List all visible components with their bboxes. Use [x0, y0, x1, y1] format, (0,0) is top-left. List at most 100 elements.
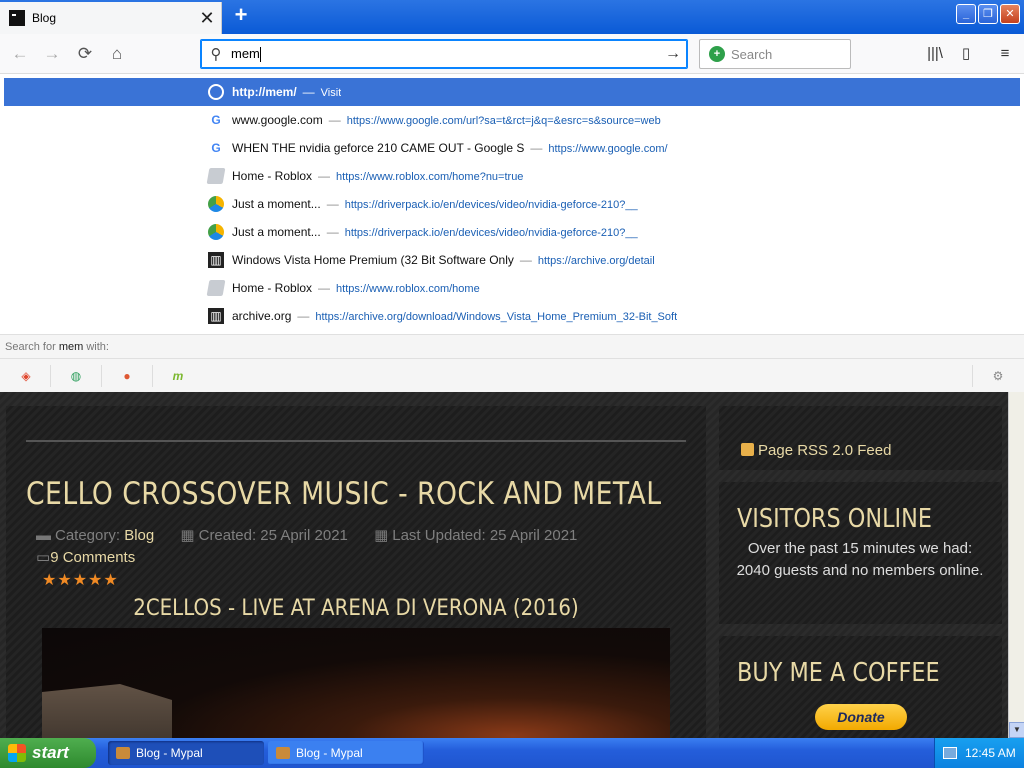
- created-date: Created: 25 April 2021: [198, 527, 348, 544]
- article-panel: CELLO CROSSOVER MUSIC - ROCK AND METAL ▬…: [6, 406, 706, 738]
- video-player[interactable]: [42, 628, 670, 738]
- divider: [50, 365, 51, 387]
- archive-icon: ▥: [208, 308, 224, 324]
- calendar-icon: ▦: [374, 527, 389, 544]
- search-placeholder: Search: [731, 46, 773, 62]
- suggestion-row[interactable]: ▥ Windows Vista Home Premium (32 Bit Sof…: [4, 246, 1020, 274]
- suggestion-title: Just a moment...: [232, 225, 321, 239]
- suggestion-url: https://archive.org/download/Windows_Vis…: [315, 311, 678, 323]
- go-arrow-icon[interactable]: →: [659, 45, 687, 63]
- calendar-icon: ▦: [180, 527, 195, 544]
- reload-icon[interactable]: ⟳: [73, 42, 97, 66]
- suggestion-separator: —: [519, 253, 532, 267]
- suggestion-row[interactable]: Home - Roblox — https://www.roblox.com/hom…: [4, 274, 1020, 302]
- suggestion-row[interactable]: Just a moment... — https://driverpack.io/e…: [4, 190, 1020, 218]
- search-box[interactable]: + Search: [699, 39, 851, 69]
- forward-arrow-icon[interactable]: →: [40, 42, 64, 66]
- divider: [101, 365, 102, 387]
- blog-favicon-icon: [9, 10, 25, 26]
- taskbar-item[interactable]: Blog - Mypal: [108, 741, 264, 765]
- search-for-prefix: Search for: [5, 341, 56, 353]
- suggestion-separator: —: [318, 169, 331, 183]
- suggestion-title: Home - Roblox: [232, 169, 313, 183]
- suggestion-url: https://www.roblox.com/home?nu=true: [336, 171, 524, 183]
- system-tray: 12:45 AM: [934, 738, 1024, 768]
- google-icon: G: [211, 141, 221, 155]
- article-title: CELLO CROSSOVER MUSIC - ROCK AND METAL: [26, 476, 662, 512]
- brave-icon[interactable]: ◈: [17, 367, 35, 385]
- tab-close-icon[interactable]: ✕: [197, 9, 217, 27]
- suggestion-separator: —: [328, 113, 341, 127]
- tab-title: Blog: [32, 11, 57, 25]
- suggestion-row[interactable]: G www.google.com — https://www.google.com/…: [4, 106, 1020, 134]
- suggestion-url: https://www.google.com/: [548, 143, 668, 155]
- start-button[interactable]: start: [0, 738, 96, 768]
- home-icon[interactable]: ⌂: [105, 42, 129, 66]
- suggestion-row[interactable]: G WHEN THE nvidia geforce 210 CAME OUT -…: [4, 134, 1020, 162]
- suggestion-separator: —: [326, 197, 339, 211]
- suggestion-row[interactable]: ▥ archive.org — https://archive.org/downlo…: [4, 302, 1020, 330]
- mojeek-icon[interactable]: m: [169, 367, 187, 385]
- start-label: start: [32, 743, 69, 762]
- network-icon[interactable]: [943, 747, 957, 759]
- minimize-button[interactable]: _: [956, 4, 976, 24]
- visitors-box: VISITORS ONLINE Over the past 15 minutes…: [719, 482, 1002, 624]
- maximize-button[interactable]: ❐: [978, 4, 998, 24]
- scroll-down-icon[interactable]: ▼: [1009, 722, 1024, 738]
- comments-count: 9 Comments: [50, 549, 136, 566]
- tab-bar: Blog ✕ + _ ❐ ✕: [0, 0, 1024, 34]
- article-meta: ▬ Category: Blog ▦ Created: 25 April 2021 …: [36, 526, 577, 544]
- suggestion-separator: —: [318, 281, 331, 295]
- taskbar-item-label: Blog - Mypal: [136, 746, 203, 760]
- suggestion-row[interactable]: http://mem/ — Visit: [4, 78, 1020, 106]
- divider: [26, 440, 686, 442]
- duckduckgo-icon[interactable]: ●: [118, 367, 136, 385]
- suggestion-url: https://driverpack.io/en/devices/video/n…: [344, 199, 638, 211]
- globe-icon: [208, 84, 224, 100]
- roblox-icon: [206, 280, 226, 296]
- taskbar-item[interactable]: Blog - Mypal: [268, 741, 424, 765]
- search-engine-icon: +: [709, 46, 725, 62]
- suggestion-title: WHEN THE nvidia geforce 210 CAME OUT - G…: [232, 141, 525, 155]
- comments-link[interactable]: ▭9 Comments: [36, 548, 135, 566]
- autocomplete-popup: http://mem/ — Visit G www.google.com — https…: [0, 74, 1024, 392]
- coffee-box: BUY ME A COFFEE Donate: [719, 636, 1002, 738]
- category-link[interactable]: Blog: [124, 527, 154, 544]
- suggestion-title: Just a moment...: [232, 197, 321, 211]
- url-input[interactable]: mem: [231, 46, 659, 63]
- gear-icon[interactable]: ⚙: [989, 367, 1007, 385]
- new-tab-button[interactable]: +: [229, 4, 253, 28]
- suggestion-separator: —: [302, 85, 315, 99]
- search-for-term: mem: [58, 341, 84, 353]
- roblox-icon: [206, 168, 226, 184]
- suggestion-url: Visit: [320, 87, 342, 99]
- sidebar-icon[interactable]: ▯: [955, 44, 977, 64]
- donate-button[interactable]: Donate: [815, 704, 907, 730]
- back-arrow-icon[interactable]: ←: [8, 42, 32, 66]
- qwant-icon[interactable]: ◍: [67, 367, 85, 385]
- search-icon: ⚲: [210, 46, 222, 63]
- rating-stars[interactable]: ★★★★★: [42, 570, 119, 590]
- suggestion-row[interactable]: Home - Roblox — https://www.roblox.com/hom…: [4, 162, 1020, 190]
- close-window-button[interactable]: ✕: [1000, 4, 1020, 24]
- page-scrollbar[interactable]: ▼: [1008, 392, 1024, 738]
- library-icon[interactable]: |||\: [924, 44, 946, 64]
- suggestion-title: www.google.com: [232, 113, 323, 127]
- suggestion-separator: —: [530, 141, 543, 155]
- clock: 12:45 AM: [965, 746, 1016, 760]
- url-bar[interactable]: ⚲ mem →: [200, 39, 688, 69]
- comment-icon: ▭: [36, 549, 51, 566]
- rss-box: Page RSS 2.0 Feed: [719, 406, 1002, 470]
- menu-icon[interactable]: ≡: [994, 44, 1016, 64]
- rss-link[interactable]: Page RSS 2.0 Feed: [741, 442, 891, 459]
- rss-icon: [741, 443, 754, 456]
- visitors-body: Over the past 15 minutes we had: 2040 gu…: [736, 540, 984, 579]
- suggestion-url: https://archive.org/detail: [537, 255, 655, 267]
- archive-icon: ▥: [208, 252, 224, 268]
- tab-blog[interactable]: Blog ✕: [0, 2, 222, 34]
- driverpack-icon: [208, 224, 224, 240]
- nav-bar: ← → ⟳ ⌂ ⚲ mem → + Search |||\ ▯ ≡: [0, 34, 1024, 74]
- suggestion-row[interactable]: Just a moment... — https://driverpack.io/e…: [4, 218, 1020, 246]
- taskbar: start Blog - Mypal Blog - Mypal 12:45 AM: [0, 738, 1024, 768]
- suggestion-title: http://mem/: [232, 85, 297, 99]
